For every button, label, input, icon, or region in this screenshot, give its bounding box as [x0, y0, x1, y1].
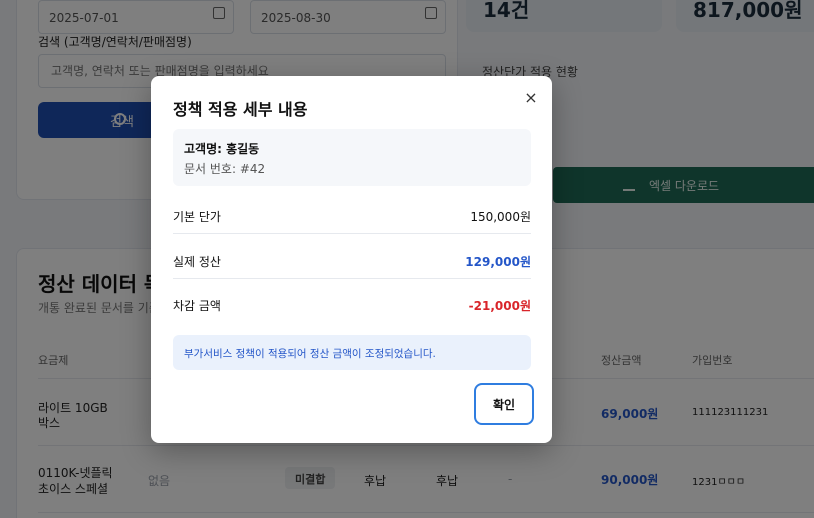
adjustment-notice: 부가서비스 정책이 적용되어 정산 금액이 조정되었습니다.: [173, 335, 531, 370]
confirm-button[interactable]: 확인: [474, 383, 534, 425]
policy-detail-modal: 정책 적용 세부 내용 × 고객명: 홍길동 문서 번호: #42 기본 단가 …: [151, 76, 552, 443]
row-divider: [173, 233, 531, 234]
document-number: 문서 번호: #42: [184, 162, 266, 176]
actual-settlement-label: 실제 정산: [173, 255, 221, 269]
customer-name: 고객명: 홍길동: [184, 142, 260, 156]
close-icon[interactable]: ×: [522, 89, 540, 107]
row-divider: [173, 278, 531, 279]
actual-settlement-value: 129,000원: [465, 255, 531, 269]
base-price-label: 기본 단가: [173, 210, 221, 224]
deduction-label: 차감 금액: [173, 299, 221, 313]
customer-info-box: 고객명: 홍길동 문서 번호: #42: [173, 129, 531, 186]
base-price-value: 150,000원: [470, 210, 531, 224]
modal-title: 정책 적용 세부 내용: [173, 100, 308, 119]
deduction-value: -21,000원: [468, 299, 531, 313]
